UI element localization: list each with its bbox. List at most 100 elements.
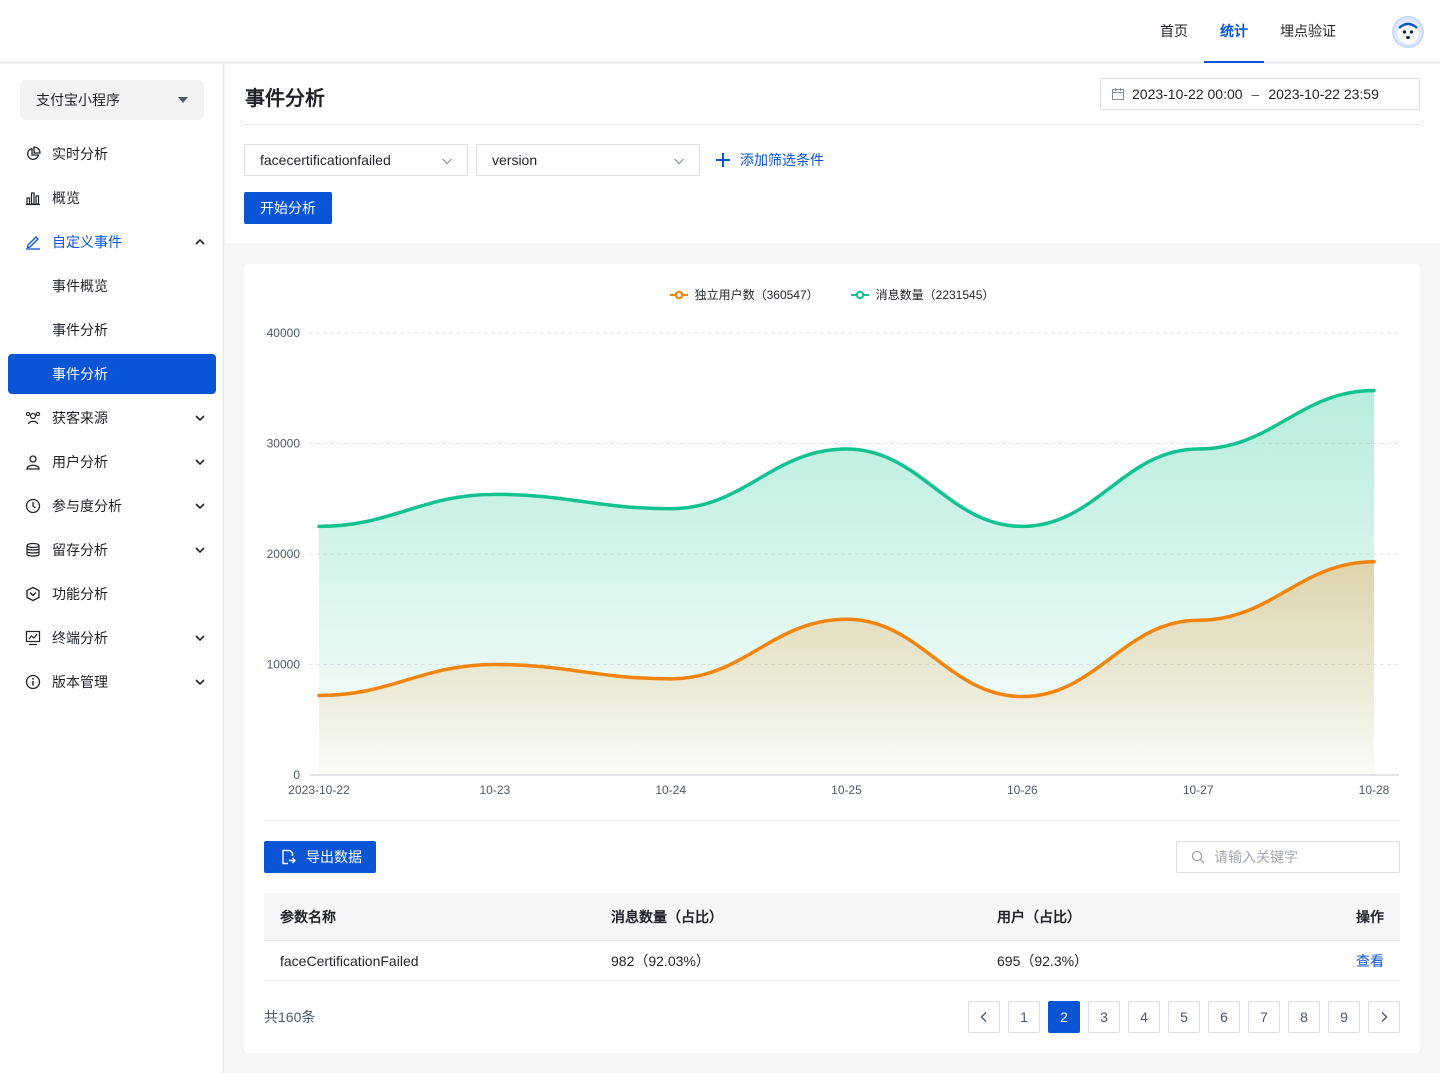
calendar-icon — [1112, 88, 1124, 100]
view-link[interactable]: 查看 — [1356, 953, 1384, 969]
sidebar-item-label: 终端分析 — [52, 630, 108, 646]
sidebar-item-event-analysis[interactable]: 事件分析 — [8, 310, 216, 350]
chevron-down-icon — [674, 158, 684, 165]
page-button-8[interactable]: 8 — [1288, 1001, 1320, 1033]
date-range-picker[interactable]: 2023-10-22 00:00–2023-10-22 23:59 — [1100, 78, 1420, 110]
chevron-up-icon — [195, 238, 205, 245]
search-input[interactable]: 请输入关键字 — [1176, 841, 1400, 873]
sidebar-item-terminal[interactable]: 终端分析 — [8, 618, 216, 658]
y-tick-label: 30000 — [267, 437, 301, 451]
date-start: 2023-10-22 00:00 — [1132, 86, 1243, 102]
page-button-9[interactable]: 9 — [1328, 1001, 1360, 1033]
plus-icon — [716, 153, 730, 167]
avatar[interactable] — [1392, 16, 1424, 48]
sidebar-item-realtime[interactable]: 实时分析 — [8, 134, 216, 174]
search-icon — [1191, 850, 1205, 864]
x-tick-label: 10-28 — [1359, 783, 1390, 797]
bar-chart-icon — [26, 192, 40, 206]
cube-icon — [26, 586, 40, 602]
area-chart: 0 10000 20000 30000 40000 2023-10-22 10-23 10-… — [267, 326, 1399, 797]
chevron-down-icon — [195, 635, 205, 642]
event-select-value: facecertificationfailed — [260, 152, 391, 168]
pie-chart-icon — [26, 146, 41, 161]
sidebar: 支付宝小程序 实时分析 概览 自定义事件 事件概览 事件分析 事件分析 获客来源 — [0, 64, 224, 1073]
sidebar-item-retention[interactable]: 留存分析 — [8, 530, 216, 570]
pagination: 1 2 3 4 5 6 7 8 9 — [968, 1001, 1400, 1033]
next-page-button[interactable] — [1368, 1001, 1400, 1033]
sidebar-item-custom-events[interactable]: 自定义事件 — [8, 222, 216, 262]
header-divider — [244, 124, 1420, 125]
prev-page-button[interactable] — [968, 1001, 1000, 1033]
chevron-down-icon — [442, 158, 452, 165]
sidebar-item-acquisition[interactable]: 获客来源 — [8, 398, 216, 438]
edit-icon — [26, 236, 40, 250]
sidebar-item-label: 获客来源 — [52, 410, 108, 426]
chevron-down-icon — [195, 459, 205, 466]
page-button-6[interactable]: 6 — [1208, 1001, 1240, 1033]
sidebar-item-event-overview[interactable]: 事件概览 — [8, 266, 216, 306]
param-select-value: version — [492, 152, 538, 168]
search-placeholder: 请输入关键字 — [1214, 849, 1298, 865]
sidebar-item-label: 事件分析 — [52, 366, 108, 382]
y-tick-label: 10000 — [267, 658, 301, 672]
page-button-1[interactable]: 1 — [1008, 1001, 1040, 1033]
sidebar-item-label: 实时分析 — [52, 146, 108, 162]
chevron-left-icon — [980, 1012, 987, 1022]
sidebar-item-version[interactable]: 版本管理 — [8, 662, 216, 702]
users-icon — [25, 411, 41, 425]
page-button-7[interactable]: 7 — [1248, 1001, 1280, 1033]
sidebar-item-feature-analysis[interactable]: 功能分析 — [8, 574, 216, 614]
sidebar-item-overview[interactable]: 概览 — [8, 178, 216, 218]
nav-tracking-verify[interactable]: 埋点验证 — [1264, 0, 1352, 63]
top-bar: 首页 统计 埋点验证 — [0, 0, 1440, 63]
export-data-label: 导出数据 — [306, 849, 362, 865]
sidebar-item-event-analysis-active[interactable]: 事件分析 — [8, 354, 216, 394]
param-select[interactable]: version — [476, 144, 700, 176]
x-tick-label: 10-26 — [1007, 783, 1038, 797]
table-header: 参数名称 消息数量（占比） 用户（占比） 操作 — [264, 893, 1400, 941]
nav-statistics[interactable]: 统计 — [1204, 0, 1264, 63]
sidebar-item-user-analysis[interactable]: 用户分析 — [8, 442, 216, 482]
monitor-icon — [25, 630, 41, 646]
add-filter-label: 添加筛选条件 — [740, 152, 824, 168]
sidebar-item-label: 用户分析 — [52, 454, 108, 470]
chart-table-divider — [264, 820, 1400, 821]
clock-icon — [25, 498, 41, 514]
param-table: 参数名称 消息数量（占比） 用户（占比） 操作 faceCertificatio… — [264, 893, 1400, 981]
info-icon — [25, 674, 41, 690]
chevron-down-icon — [195, 679, 205, 686]
app-select[interactable]: 支付宝小程序 — [20, 80, 204, 120]
chevron-down-icon — [195, 503, 205, 510]
nav-home[interactable]: 首页 — [1144, 0, 1204, 63]
sidebar-menu: 实时分析 概览 自定义事件 事件概览 事件分析 事件分析 获客来源 用户分析 参… — [8, 134, 216, 706]
export-data-button[interactable]: 导出数据 — [264, 841, 376, 873]
page-button-3[interactable]: 3 — [1088, 1001, 1120, 1033]
date-end: 2023-10-22 23:59 — [1268, 86, 1379, 102]
x-tick-label: 10-25 — [831, 783, 862, 797]
add-filter-button[interactable]: 添加筛选条件 — [715, 150, 824, 170]
export-icon — [282, 849, 296, 865]
page-button-4[interactable]: 4 — [1128, 1001, 1160, 1033]
user-icon — [26, 455, 40, 470]
database-icon — [26, 542, 40, 557]
x-tick-label: 10-27 — [1183, 783, 1214, 797]
avatar-face-icon — [1398, 22, 1418, 44]
sidebar-item-engagement[interactable]: 参与度分析 — [8, 486, 216, 526]
page-button-2[interactable]: 2 — [1048, 1001, 1080, 1033]
sidebar-item-label: 事件分析 — [52, 322, 108, 338]
sidebar-item-label: 概览 — [52, 190, 80, 206]
col-param-name: 参数名称 — [280, 909, 336, 925]
chevron-down-icon — [195, 415, 205, 422]
y-tick-label: 20000 — [267, 547, 301, 561]
x-tick-label: 10-24 — [655, 783, 686, 797]
x-tick-label: 10-23 — [479, 783, 510, 797]
event-select[interactable]: facecertificationfailed — [244, 144, 468, 176]
sidebar-item-label: 事件概览 — [52, 278, 108, 294]
start-analysis-button[interactable]: 开始分析 — [244, 192, 332, 224]
y-axis-ticks: 0 10000 20000 30000 40000 — [267, 326, 301, 782]
page-title: 事件分析 — [245, 88, 325, 110]
page-button-5[interactable]: 5 — [1168, 1001, 1200, 1033]
cell-param-name: faceCertificationFailed — [280, 953, 419, 969]
filter-panel: 事件分析 2023-10-22 00:00–2023-10-22 23:59 f… — [225, 64, 1440, 243]
total-count: 共160条 — [264, 1009, 316, 1025]
